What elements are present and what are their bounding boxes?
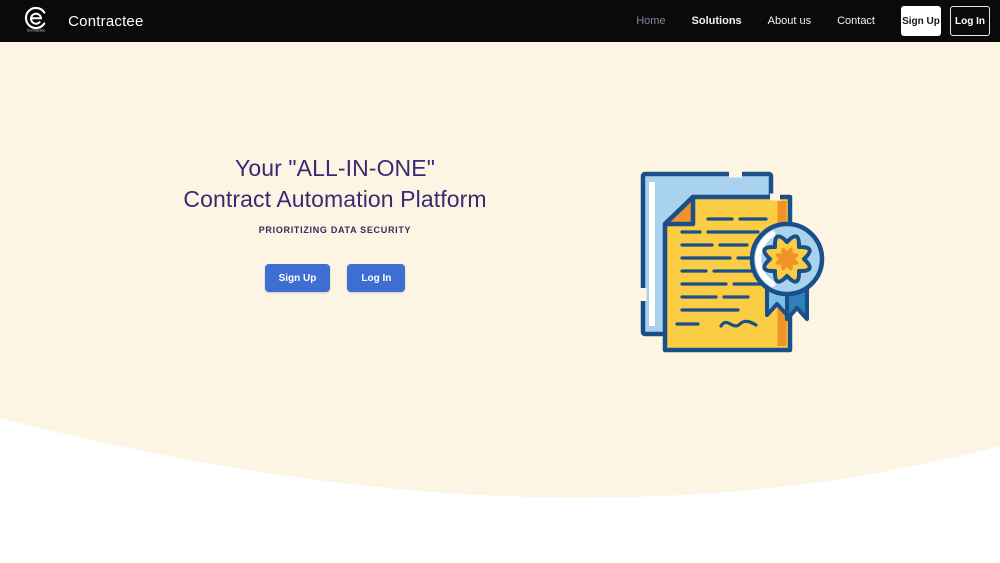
hero-signup-button[interactable]: Sign Up	[265, 264, 331, 292]
hero-subtitle: PRIORITIZING DATA SECURITY	[110, 225, 560, 235]
landing-page: Contractee Contractee Home Solutions Abo…	[0, 0, 1000, 563]
nav-links: Home Solutions About us Contact Sign Up …	[636, 6, 990, 36]
nav-link-contact[interactable]: Contact	[837, 15, 875, 27]
nav-auth-buttons: Sign Up Log In	[901, 6, 990, 36]
title-line-2: Contract Automation Platform	[183, 186, 486, 212]
hero-text-block: Your "ALL-IN-ONE" Contract Automation Pl…	[110, 153, 560, 292]
contract-certificate-illustration	[620, 152, 850, 372]
logo-caption: Contractee	[27, 29, 46, 32]
nav-link-solutions[interactable]: Solutions	[692, 15, 742, 27]
brand-name: Contractee	[68, 13, 143, 30]
nav-login-button[interactable]: Log In	[950, 6, 990, 36]
nav-signup-button[interactable]: Sign Up	[901, 6, 941, 36]
contractee-logo-icon: Contractee	[14, 6, 58, 37]
page-title: Your "ALL-IN-ONE" Contract Automation Pl…	[110, 153, 560, 215]
navbar: Contractee Contractee Home Solutions Abo…	[0, 0, 1000, 42]
hero-login-button[interactable]: Log In	[347, 264, 405, 292]
nav-link-about-us[interactable]: About us	[768, 15, 811, 27]
title-line-1: Your "ALL-IN-ONE"	[235, 155, 435, 181]
cta-row: Sign Up Log In	[110, 264, 560, 292]
nav-link-home[interactable]: Home	[636, 15, 665, 27]
brand-logo[interactable]: Contractee Contractee	[14, 6, 144, 37]
